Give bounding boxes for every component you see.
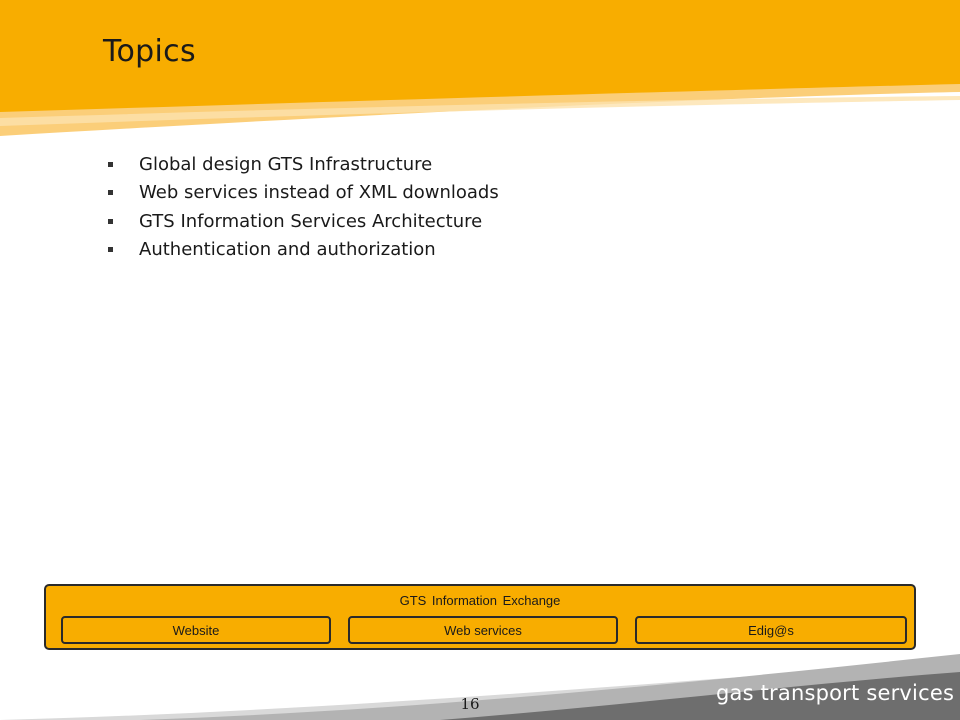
- information-exchange-panel: GTS Information Exchange Website Web ser…: [44, 584, 916, 650]
- topic-item: Global design GTS Infrastructure: [108, 150, 499, 179]
- topic-text: Authentication and authorization: [139, 239, 436, 261]
- topic-text: Web services instead of XML downloads: [139, 182, 499, 204]
- topic-item: Web services instead of XML downloads: [108, 179, 499, 208]
- square-bullet-icon: [108, 190, 113, 196]
- information-exchange-title: GTS Information Exchange: [399, 593, 561, 608]
- header-band: [0, 0, 960, 136]
- topic-text: GTS Information Services Architecture: [139, 210, 483, 232]
- web-services-box: Web services: [348, 616, 618, 644]
- page-title: Topics: [103, 34, 196, 69]
- website-box: Website: [61, 616, 331, 644]
- square-bullet-icon: [108, 161, 113, 167]
- square-bullet-icon: [108, 247, 113, 253]
- topic-item: GTS Information Services Architecture: [108, 207, 499, 236]
- page-number: 16: [460, 695, 480, 713]
- brand-logo: gas transport services: [716, 681, 955, 705]
- topic-item: Authentication and authorization: [108, 236, 499, 265]
- square-bullet-icon: [108, 218, 113, 224]
- topics-list: Global design GTS Infrastructure Web ser…: [108, 150, 499, 264]
- topic-text: Global design GTS Infrastructure: [139, 153, 433, 175]
- edigas-box: Edig@s: [635, 616, 907, 644]
